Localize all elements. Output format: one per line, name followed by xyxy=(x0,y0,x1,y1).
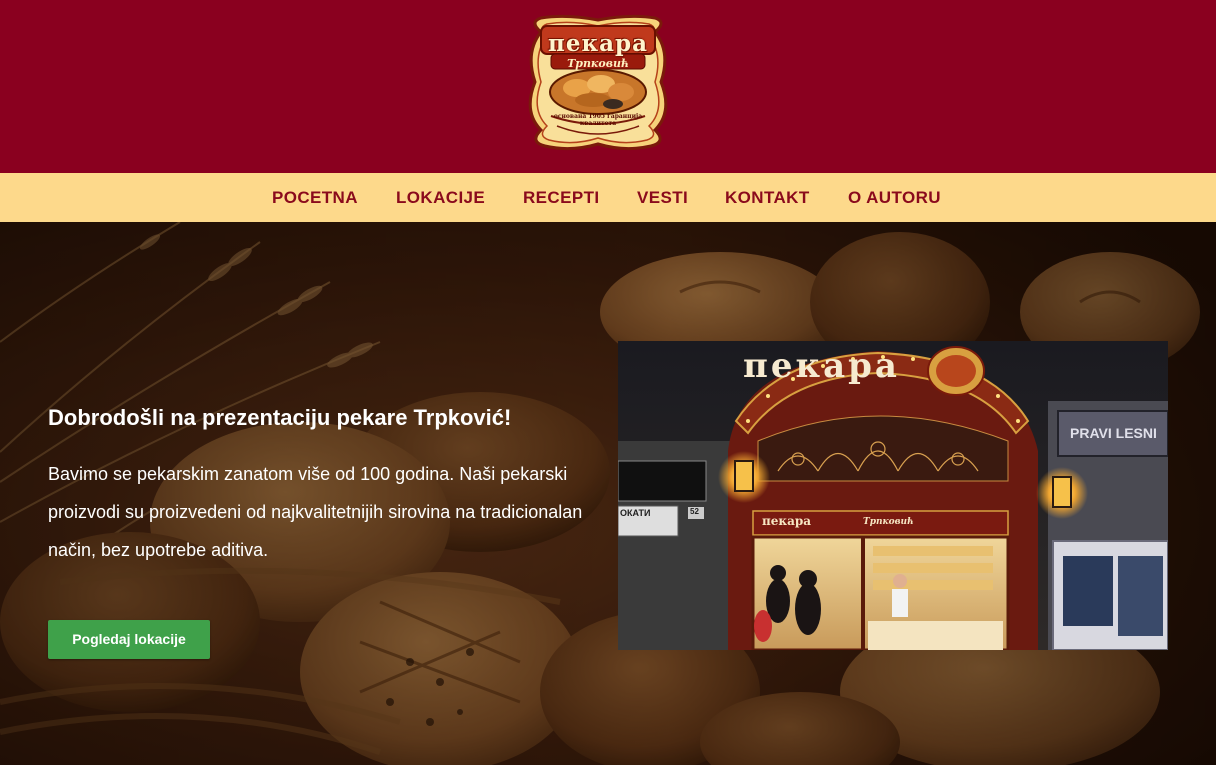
main-navigation: POCETNA LOKACIJE RECEPTI VESTI KONTAKT O… xyxy=(0,173,1216,222)
nav-item-kontakt[interactable]: KONTAKT xyxy=(725,173,810,222)
hero-description: Bavimo se pekarskim zanatom više od 100 … xyxy=(48,464,583,560)
storefront-lower-sign-name: Трпковић xyxy=(863,517,914,527)
bakery-storefront-photo: пекара пекара Трпковић PRAVI LESNI 52 ОК… xyxy=(618,341,1168,650)
logo-motto: основана 1905 гаранција квалитета xyxy=(553,113,643,127)
nav-item-o-autoru[interactable]: O AUTORU xyxy=(848,173,941,222)
logo-text: пекара Трпковић основана 1905 гаранција … xyxy=(521,12,675,154)
storefront-lower-sign: пекара xyxy=(762,514,812,528)
nav-item-recepti[interactable]: RECEPTI xyxy=(523,173,599,222)
side-shop-sign: PRAVI LESNI xyxy=(1070,425,1157,441)
logo-subtitle: Трпковић xyxy=(567,57,629,70)
logo-title: пекара xyxy=(548,30,648,57)
view-locations-button[interactable]: Pogledaj lokacije xyxy=(48,620,210,659)
hero-section: Dobrodošli na prezentaciju pekare Trpkov… xyxy=(0,222,1216,765)
site-header: пекара Трпковић основана 1905 гаранција … xyxy=(0,0,1216,173)
nav-item-pocetna[interactable]: POCETNA xyxy=(272,173,358,222)
street-number-plate: 52 xyxy=(690,507,699,516)
nav-item-lokacije[interactable]: LOKACIJE xyxy=(396,173,485,222)
bakery-logo[interactable]: пекара Трпковић основана 1905 гаранција … xyxy=(521,12,675,154)
hero-title: Dobrodošli na prezentaciju pekare Trpkov… xyxy=(48,405,512,430)
storefront-image xyxy=(618,341,1168,650)
nav-item-vesti[interactable]: VESTI xyxy=(637,173,688,222)
storefront-arch-sign: пекара xyxy=(743,346,900,386)
street-name-plate: ОКАТИ xyxy=(620,508,651,518)
